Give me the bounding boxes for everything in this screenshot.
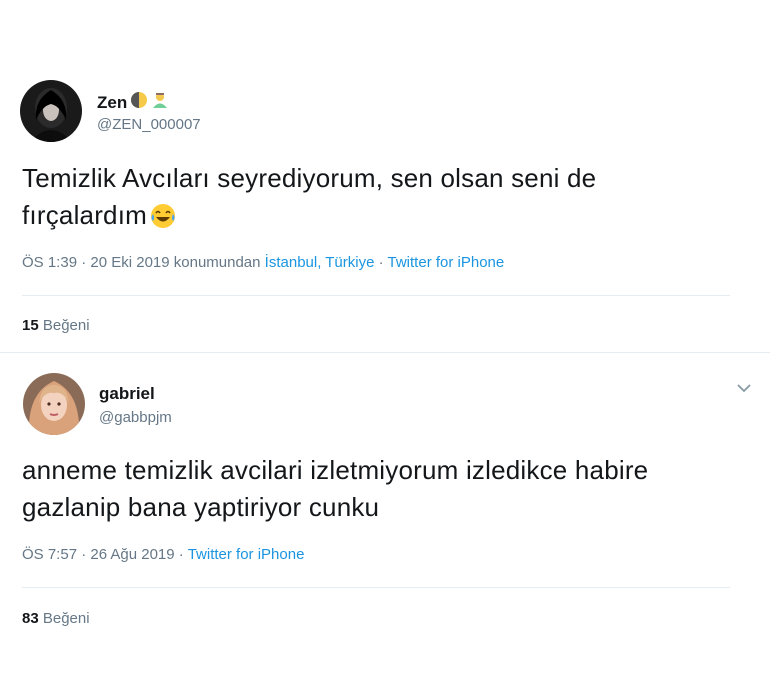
timestamp[interactable]: ÖS 1:39 · 20 Eki 2019 konumundan [22,254,265,271]
source-link[interactable]: Twitter for iPhone [388,254,505,271]
avatar[interactable] [23,373,85,435]
divider [22,295,730,296]
handle[interactable]: @ZEN_000007 [97,116,201,133]
moon-icon [130,91,148,114]
tweet-text: anneme temizlik avcilari izletmiyorum iz… [22,455,649,522]
tweet-separator [0,352,770,353]
display-name[interactable]: gabriel [99,384,155,404]
handle[interactable]: @gabbpjm [99,409,172,426]
divider [22,587,730,588]
tweet-meta: ÖS 1:39 · 20 Eki 2019 konumundan İstanbu… [22,254,505,271]
person-icon [151,91,169,114]
avatar[interactable] [20,80,82,142]
timestamp[interactable]: ÖS 7:57 · 26 Ağu 2019 · [22,546,188,563]
chevron-down-icon[interactable] [736,381,752,399]
tweet-meta: ÖS 7:57 · 26 Ağu 2019 · Twitter for iPho… [22,546,304,563]
laughing-crying-icon [149,202,177,230]
likes-count[interactable]: 83 Beğeni [22,610,90,627]
location-link[interactable]: İstanbul, Türkiye [265,254,375,271]
source-link[interactable]: Twitter for iPhone [188,546,305,563]
display-name[interactable]: Zen [97,91,169,114]
tweet-text: Temizlik Avcıları seyrediyorum, sen olsa… [22,163,597,230]
likes-count[interactable]: 15 Beğeni [22,317,90,334]
